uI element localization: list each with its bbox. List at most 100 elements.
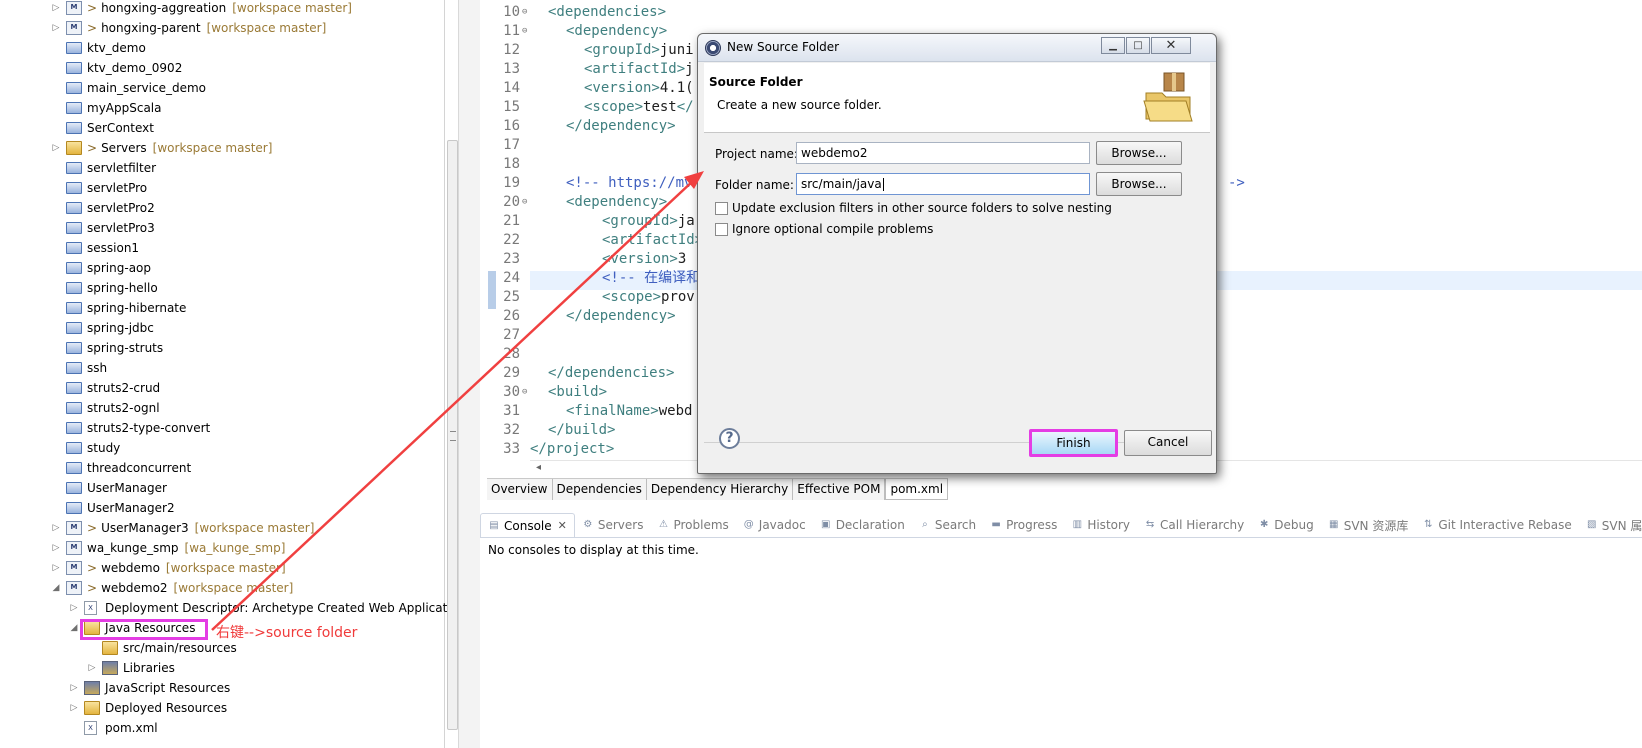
editor-tab-effective-pom[interactable]: Effective POM <box>793 479 886 500</box>
code-line[interactable]: 10 ⊖ <dependencies> <box>480 3 1642 22</box>
collapsed-arrow-icon[interactable]: ▷ <box>51 518 61 538</box>
code-text: <version>4.1( <box>584 80 694 96</box>
view-tab-progress[interactable]: ▬ Progress <box>983 513 1064 537</box>
help-button[interactable]: ? <box>719 428 740 449</box>
tree-item[interactable]: session1 <box>0 238 445 258</box>
tree-item[interactable]: threadconcurrent <box>0 458 445 478</box>
collapsed-arrow-icon[interactable]: ▷ <box>51 138 61 158</box>
editor-tab-pom-xml[interactable]: pom.xml <box>885 479 949 500</box>
expanded-arrow-icon[interactable]: ◢ <box>69 618 79 638</box>
folder-browse-button[interactable]: Browse... <box>1096 172 1182 196</box>
tree-item[interactable]: study <box>0 438 445 458</box>
code-text: <artifactId> <box>602 232 704 248</box>
view-tab-javadoc[interactable]: @ Javadoc <box>736 513 813 537</box>
tree-item[interactable]: servletPro2 <box>0 198 445 218</box>
collapsed-arrow-icon[interactable]: ▷ <box>69 598 79 618</box>
collapsed-arrow-icon[interactable]: ▷ <box>51 18 61 38</box>
tree-item[interactable]: servletPro3 <box>0 218 445 238</box>
update-exclusion-checkbox[interactable] <box>715 202 728 215</box>
collapsed-arrow-icon[interactable]: ▷ <box>69 678 79 698</box>
tree-item[interactable]: spring-jdbc <box>0 318 445 338</box>
collapsed-arrow-icon[interactable]: ▷ <box>87 658 97 678</box>
view-tab-debug[interactable]: ✱ Debug <box>1251 513 1320 537</box>
tree-item[interactable]: Xpom.xml <box>0 718 445 738</box>
folder-name-field[interactable]: src/main/java <box>796 173 1090 195</box>
collapsed-arrow-icon[interactable]: ▷ <box>51 0 61 18</box>
fold-toggle-icon[interactable]: ⊖ <box>522 383 527 402</box>
tree-item[interactable]: spring-struts <box>0 338 445 358</box>
tree-item[interactable]: ssh <box>0 358 445 378</box>
view-tab-git-interactive-rebase[interactable]: ⇅ Git Interactive Rebase <box>1415 513 1578 537</box>
tree-item[interactable]: ▷ X Deployment Descriptor: Archetype Creat… <box>0 598 458 618</box>
editor-tab-overview[interactable]: Overview <box>487 479 553 500</box>
tree-item-name: main_service_demo <box>87 81 206 95</box>
editor-tab-dependency-hierarchy[interactable]: Dependency Hierarchy <box>646 479 794 500</box>
view-tab-svn-[interactable]: ▧ SVN 属性 <box>1579 513 1642 537</box>
cancel-button[interactable]: Cancel <box>1124 430 1212 456</box>
tree-item[interactable]: ▷ M > hongxing-parent [workspace master] <box>0 18 445 38</box>
update-exclusion-label[interactable]: Update exclusion filters in other source… <box>732 201 1112 215</box>
repo-branch-label: [workspace master] <box>152 141 273 155</box>
repo-branch-label: [workspace master] <box>232 1 352 15</box>
ignore-optional-label[interactable]: Ignore optional compile problems <box>732 222 933 236</box>
tab-divider <box>480 537 1642 538</box>
project-name-field[interactable]: webdemo2 <box>796 142 1090 164</box>
tree-item[interactable]: ▷ M > hongxing-aggreation [workspace master] <box>0 0 445 18</box>
tree-item[interactable]: ◢ M > webdemo2 [workspace master] <box>0 578 445 598</box>
tree-item[interactable]: servletfilter <box>0 158 445 178</box>
view-tab-label: History <box>1087 518 1131 532</box>
tree-item[interactable]: struts2-type-convert <box>0 418 445 438</box>
ignore-optional-checkbox[interactable] <box>715 223 728 236</box>
tree-item[interactable]: spring-hibernate <box>0 298 445 318</box>
tree-item[interactable]: ▷ M > webdemo [workspace master] <box>0 558 445 578</box>
close-tab-icon[interactable]: ✕ <box>558 519 567 532</box>
tree-item-name: spring-struts <box>87 341 164 355</box>
tree-item[interactable]: ▷ Libraries <box>0 658 445 678</box>
tree-item[interactable]: ▷ JavaScript Resources <box>0 678 445 698</box>
finish-button[interactable]: Finish <box>1029 429 1118 457</box>
line-number: 21 <box>503 213 520 229</box>
tree-item[interactable]: ▷ > Servers [workspace master] <box>0 138 445 158</box>
fold-toggle-icon[interactable]: ⊖ <box>522 193 527 212</box>
collapsed-arrow-icon[interactable]: ▷ <box>69 698 79 718</box>
tree-item[interactable]: myAppScala <box>0 98 445 118</box>
scrollbar-grip[interactable] <box>450 431 456 441</box>
view-tab-problems[interactable]: ⚠ Problems <box>650 513 735 537</box>
fold-toggle-icon[interactable]: ⊖ <box>522 22 527 41</box>
line-number: 27 <box>503 327 520 343</box>
view-tab-servers[interactable]: ⚙ Servers <box>575 513 651 537</box>
fold-toggle-icon[interactable]: ⊖ <box>522 3 527 22</box>
tree-item[interactable]: struts2-crud <box>0 378 445 398</box>
explorer-scrollbar[interactable] <box>447 140 458 730</box>
tree-item-label: SerContext <box>87 118 154 138</box>
tree-item[interactable]: ▷ Deployed Resources <box>0 698 445 718</box>
tree-item[interactable]: ktv_demo <box>0 38 445 58</box>
tree-item[interactable]: spring-aop <box>0 258 445 278</box>
project-browse-button[interactable]: Browse... <box>1096 141 1182 165</box>
view-tab-search[interactable]: ⌕ Search <box>912 513 983 537</box>
tree-item[interactable]: ktv_demo_0902 <box>0 58 445 78</box>
minimize-button[interactable]: ▁ <box>1101 37 1125 54</box>
editor-tab-dependencies[interactable]: Dependencies <box>552 479 647 500</box>
maximize-button[interactable]: □ <box>1126 37 1150 54</box>
tree-item[interactable]: ▷ Mwa_kunge_smp [wa_kunge_smp] <box>0 538 445 558</box>
tree-item[interactable]: UserManager <box>0 478 445 498</box>
tree-item[interactable]: servletPro <box>0 178 445 198</box>
view-tab-declaration[interactable]: ▣ Declaration <box>813 513 912 537</box>
tree-item[interactable]: UserManager2 <box>0 498 445 518</box>
dialog-titlebar[interactable]: New Source Folder ▁ □ ✕ <box>698 34 1216 62</box>
tree-item[interactable]: main_service_demo <box>0 78 445 98</box>
tree-item[interactable]: struts2-ognl <box>0 398 445 418</box>
close-button[interactable]: ✕ <box>1151 37 1191 54</box>
view-tab-history[interactable]: ▥ History <box>1064 513 1137 537</box>
tree-item[interactable]: ▷ M > UserManager3 [workspace master] <box>0 518 445 538</box>
tree-item[interactable]: SerContext <box>0 118 445 138</box>
view-tab-label: SVN 资源库 <box>1343 518 1409 533</box>
tree-item[interactable]: spring-hello <box>0 278 445 298</box>
collapsed-arrow-icon[interactable]: ▷ <box>51 538 61 558</box>
collapsed-arrow-icon[interactable]: ▷ <box>51 558 61 578</box>
view-tab-svn-[interactable]: ▦ SVN 资源库 <box>1321 513 1416 537</box>
view-tab-call-hierarchy[interactable]: ⇆ Call Hierarchy <box>1137 513 1251 537</box>
expanded-arrow-icon[interactable]: ◢ <box>51 578 61 598</box>
view-tab-console[interactable]: ▤ Console ✕ <box>480 513 575 537</box>
